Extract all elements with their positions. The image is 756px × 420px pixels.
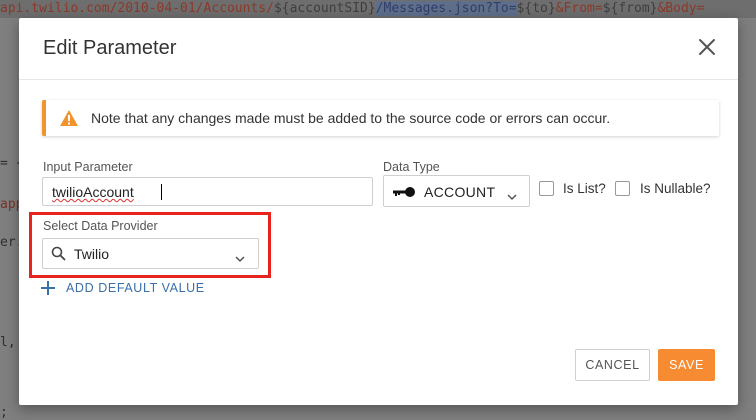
input-parameter-label: Input Parameter bbox=[43, 160, 133, 174]
warning-note: Note that any changes made must be added… bbox=[42, 100, 719, 136]
data-type-select[interactable]: ACCOUNT bbox=[383, 175, 530, 207]
code-url-body: &Body= bbox=[657, 1, 705, 16]
plus-icon bbox=[41, 281, 55, 295]
is-list-checkbox[interactable] bbox=[539, 181, 554, 196]
input-parameter-value: twilioAccount bbox=[52, 184, 134, 200]
data-type-value: ACCOUNT bbox=[424, 184, 496, 200]
text-caret bbox=[161, 184, 162, 200]
warning-icon bbox=[59, 109, 79, 127]
search-icon bbox=[51, 246, 66, 261]
code-url-messages: /Messages.json?To= bbox=[375, 1, 517, 16]
is-nullable-checkbox[interactable] bbox=[615, 181, 630, 196]
input-parameter-field[interactable]: twilioAccount bbox=[42, 177, 373, 206]
code-fragment: l, bbox=[0, 335, 16, 350]
code-var-from: ${from} bbox=[602, 1, 658, 16]
code-top-line: api.twilio.com/2010-04-01/Accounts/${acc… bbox=[0, 0, 756, 18]
data-provider-select[interactable]: Twilio bbox=[42, 238, 259, 269]
data-type-label: Data Type bbox=[383, 160, 440, 174]
code-var-to: ${to} bbox=[516, 1, 556, 16]
save-button[interactable]: SAVE bbox=[658, 349, 715, 381]
chevron-down-icon bbox=[234, 250, 246, 263]
code-url-from: &From= bbox=[555, 1, 603, 16]
chevron-down-icon bbox=[506, 188, 518, 201]
is-nullable-label: Is Nullable? bbox=[640, 181, 711, 196]
edit-parameter-dialog: Edit Parameter Note that any changes mad… bbox=[19, 18, 738, 405]
dialog-title: Edit Parameter bbox=[43, 37, 177, 59]
data-provider-label: Select Data Provider bbox=[43, 219, 158, 233]
key-icon bbox=[392, 185, 416, 197]
cancel-button[interactable]: CANCEL bbox=[575, 349, 650, 381]
warning-text: Note that any changes made must be added… bbox=[91, 110, 611, 126]
close-icon[interactable] bbox=[696, 36, 718, 58]
dialog-header: Edit Parameter bbox=[19, 18, 738, 80]
code-fragment: ; bbox=[0, 405, 8, 420]
data-provider-value: Twilio bbox=[74, 246, 110, 262]
is-list-label: Is List? bbox=[563, 181, 606, 196]
add-default-value-label: ADD DEFAULT VALUE bbox=[66, 281, 205, 295]
code-var-account: ${accountSID} bbox=[273, 1, 376, 16]
code-url-prefix: api.twilio.com/2010-04-01/Accounts/ bbox=[0, 1, 274, 16]
